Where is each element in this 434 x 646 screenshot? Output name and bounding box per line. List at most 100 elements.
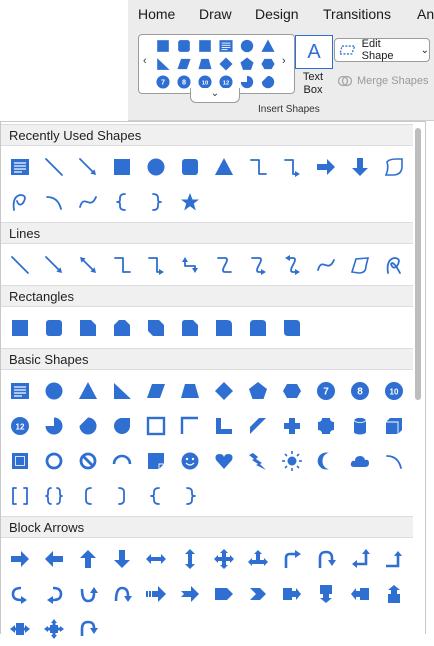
- shape-left-right-arrow-callout[interactable]: [3, 612, 37, 646]
- text-box-button[interactable]: A: [295, 35, 333, 69]
- shape-up-down-arrow[interactable]: [173, 542, 207, 576]
- shape-freeform[interactable]: [343, 248, 377, 282]
- shape-snip-diagonal[interactable]: [139, 311, 173, 345]
- shape-plaque[interactable]: [309, 409, 343, 443]
- shape-no-symbol[interactable]: [71, 444, 105, 478]
- shape-snip-round[interactable]: [173, 311, 207, 345]
- shape-quad-arrow-callout[interactable]: [37, 612, 71, 646]
- shape-rectangle[interactable]: [3, 311, 37, 345]
- scrollbar-thumb[interactable]: [415, 128, 421, 400]
- shape-folded-corner[interactable]: [139, 444, 173, 478]
- tab-design[interactable]: Design: [255, 6, 299, 22]
- shape-donut[interactable]: [37, 444, 71, 478]
- shape-bent-arrow[interactable]: [275, 542, 309, 576]
- scrollbar[interactable]: [413, 124, 423, 632]
- shape-round-same-side[interactable]: [241, 311, 275, 345]
- shape-left-bracket[interactable]: [71, 479, 105, 513]
- shape-diagonal-stripe[interactable]: [241, 409, 275, 443]
- tab-draw[interactable]: Draw: [199, 6, 232, 22]
- shape-double-brace[interactable]: [37, 479, 71, 513]
- shape-freeform-loop[interactable]: [3, 185, 37, 219]
- shape-badge-8[interactable]: 8: [343, 374, 377, 408]
- shape-arc[interactable]: [377, 444, 411, 478]
- shape-left-up-arrow[interactable]: [343, 542, 377, 576]
- shape-line-arrow[interactable]: [37, 248, 71, 282]
- shape-left-arrow-callout[interactable]: [343, 577, 377, 611]
- shape-bevel[interactable]: [3, 444, 37, 478]
- gallery-shape-text-box[interactable]: [218, 38, 234, 54]
- gallery-shape-snip-rectangle[interactable]: [197, 38, 213, 54]
- shape-diamond[interactable]: [207, 374, 241, 408]
- shape-chord[interactable]: [71, 409, 105, 443]
- shape-elbow-connector[interactable]: [105, 248, 139, 282]
- shape-down-arrow[interactable]: [105, 542, 139, 576]
- shapes-gallery[interactable]: ‹ › 7 8 10 12: [138, 34, 295, 94]
- shape-text-box[interactable]: [3, 150, 37, 184]
- shape-curve[interactable]: [71, 185, 105, 219]
- shape-right-triangle[interactable]: [105, 374, 139, 408]
- shape-hexagon[interactable]: [275, 374, 309, 408]
- shape-up-arrow-callout[interactable]: [377, 577, 411, 611]
- shape-triangle[interactable]: [71, 374, 105, 408]
- shape-cube[interactable]: [377, 409, 411, 443]
- gallery-prev-button[interactable]: ‹: [143, 55, 147, 67]
- shape-snip-single-corner[interactable]: [71, 311, 105, 345]
- gallery-shape-circle[interactable]: [239, 38, 255, 54]
- shape-quad-arrow[interactable]: [207, 542, 241, 576]
- gallery-shape-triangle[interactable]: [260, 38, 276, 54]
- shape-chevron[interactable]: [241, 577, 275, 611]
- shape-curved-connector[interactable]: [207, 248, 241, 282]
- shape-badge-10[interactable]: 10: [377, 374, 411, 408]
- gallery-shape-right-triangle[interactable]: [155, 56, 171, 72]
- gallery-shape-rounded-rectangle[interactable]: [176, 38, 192, 54]
- shape-pentagon[interactable]: [241, 374, 275, 408]
- shape-rounded-rectangle[interactable]: [37, 311, 71, 345]
- shape-notched-right-arrow[interactable]: [173, 577, 207, 611]
- shape-text-box[interactable]: [3, 374, 37, 408]
- shape-elbow-connector[interactable]: [241, 150, 275, 184]
- shape-down-arrow-callout[interactable]: [309, 577, 343, 611]
- shape-curved-double-arrow[interactable]: [275, 248, 309, 282]
- shape-right-brace[interactable]: [139, 185, 173, 219]
- shape-half-frame[interactable]: [173, 409, 207, 443]
- shape-heart[interactable]: [207, 444, 241, 478]
- gallery-shape-chord[interactable]: [260, 74, 276, 90]
- shape-right-arrow[interactable]: [3, 542, 37, 576]
- shape-curved-left-arrow[interactable]: [37, 577, 71, 611]
- gallery-expand-button[interactable]: ⌄: [190, 88, 240, 103]
- shape-left-right-up-arrow[interactable]: [241, 542, 275, 576]
- shape-l-shape[interactable]: [207, 409, 241, 443]
- gallery-shape-badge-7[interactable]: 7: [155, 74, 171, 90]
- shape-curved-down-arrow[interactable]: [105, 577, 139, 611]
- tab-home[interactable]: Home: [138, 6, 175, 22]
- shape-elbow-arrow-connector[interactable]: [275, 150, 309, 184]
- gallery-shape-hexagon[interactable]: [260, 56, 276, 72]
- shape-right-brace[interactable]: [173, 479, 207, 513]
- shape-pie[interactable]: [37, 409, 71, 443]
- shape-frame[interactable]: [139, 409, 173, 443]
- shape-line-double-arrow[interactable]: [71, 248, 105, 282]
- shape-round-single-corner[interactable]: [207, 311, 241, 345]
- shape-parallelogram[interactable]: [139, 374, 173, 408]
- tab-animations[interactable]: An: [417, 6, 434, 22]
- gallery-shape-trapezoid[interactable]: [197, 56, 213, 72]
- gallery-shape-pie[interactable]: [239, 74, 255, 90]
- shape-elbow-arrow-connector[interactable]: [139, 248, 173, 282]
- shape-line-arrow[interactable]: [71, 150, 105, 184]
- shape-left-arrow[interactable]: [37, 542, 71, 576]
- shape-lightning[interactable]: [241, 444, 275, 478]
- shape-star[interactable]: [173, 185, 207, 219]
- shape-cross[interactable]: [275, 409, 309, 443]
- shape-up-arrow[interactable]: [71, 542, 105, 576]
- shape-left-brace[interactable]: [105, 185, 139, 219]
- shape-curved-up-arrow[interactable]: [71, 577, 105, 611]
- shape-striped-right-arrow[interactable]: [139, 577, 173, 611]
- shape-line[interactable]: [37, 150, 71, 184]
- shape-double-bracket[interactable]: [3, 479, 37, 513]
- shape-rectangle[interactable]: [105, 150, 139, 184]
- shape-rounded-rectangle[interactable]: [173, 150, 207, 184]
- shape-block-arc[interactable]: [105, 444, 139, 478]
- shape-moon[interactable]: [309, 444, 343, 478]
- shape-left-right-arrow[interactable]: [139, 542, 173, 576]
- shape-right-bracket[interactable]: [105, 479, 139, 513]
